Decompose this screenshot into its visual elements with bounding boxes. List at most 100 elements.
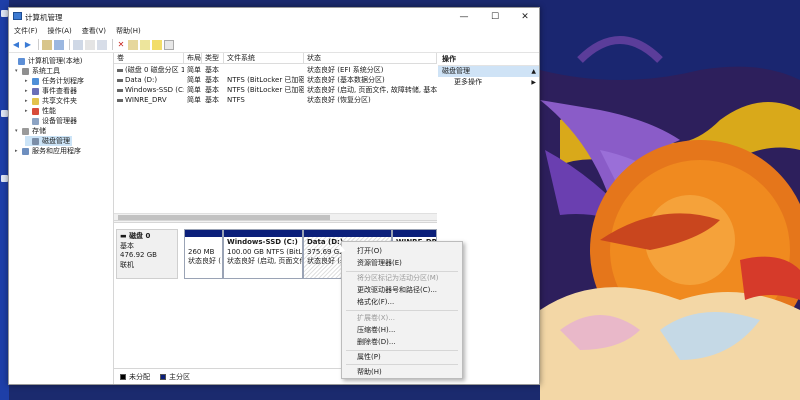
tree-item-label: 事件查看器 xyxy=(42,87,77,95)
context-open[interactable]: 打开(O) xyxy=(357,246,382,257)
maximize-icon: ☐ xyxy=(490,11,500,22)
context-change-drive-letter[interactable]: 更改驱动器号和路径(C)... xyxy=(357,285,437,296)
refresh-icon[interactable] xyxy=(97,39,107,50)
computer-management-app-icon xyxy=(13,12,22,20)
tree-item-root[interactable]: 计算机管理(本地) xyxy=(11,56,82,66)
collapse-arrow-icon[interactable]: ▾ xyxy=(15,68,22,74)
context-help[interactable]: 帮助(H) xyxy=(357,367,382,378)
table-row[interactable]: Data (D:) 简单 基本 NTFS (BitLocker 已加密) 状态良… xyxy=(114,75,437,85)
expand-arrow-icon[interactable]: ▸ xyxy=(25,108,32,114)
context-shrink[interactable]: 压缩卷(H)... xyxy=(357,325,395,336)
more-actions-label: 更多操作 xyxy=(454,78,482,86)
primary-partition-swatch xyxy=(160,373,166,380)
filesystem-cell: NTFS (BitLocker 已加密) xyxy=(227,76,304,84)
table-row[interactable]: (磁盘 0 磁盘分区 1) 简单 基本 状态良好 (EFI 系统分区) xyxy=(114,65,437,75)
tree-item-label: 计算机管理(本地) xyxy=(28,57,83,65)
column-header-layout[interactable]: 布局 xyxy=(184,53,202,64)
folder-up-icon[interactable] xyxy=(42,39,52,50)
partition-status: 状态良好 ( xyxy=(188,257,221,265)
column-header-type[interactable]: 类型 xyxy=(202,53,224,64)
context-explore[interactable]: 资源管理器(E) xyxy=(357,258,402,269)
tree-item-system-tools[interactable]: ▾ 系统工具 xyxy=(15,66,60,76)
properties-icon[interactable] xyxy=(73,39,83,50)
actions-section-disk-management[interactable]: 磁盘管理 ▲ xyxy=(438,66,539,77)
more-actions-item[interactable]: 更多操作 ▶ xyxy=(438,77,539,88)
open-folder-icon[interactable] xyxy=(128,39,138,50)
tree-item-disk-management[interactable]: 磁盘管理 xyxy=(25,136,72,146)
tree-item-performance[interactable]: ▸ 性能 xyxy=(25,106,56,116)
expand-arrow-icon[interactable]: ▸ xyxy=(25,78,32,84)
clock-icon xyxy=(32,77,39,85)
toolbar-divider xyxy=(38,39,39,50)
menu-view[interactable]: 查看(V) xyxy=(77,25,111,37)
table-row[interactable]: Windows-SSD (C:) 简单 基本 NTFS (BitLocker 已… xyxy=(114,85,437,95)
tree-item-device-manager[interactable]: 设备管理器 xyxy=(32,116,77,126)
menu-file[interactable]: 文件(F) xyxy=(9,25,43,37)
status-cell: 状态良好 (恢复分区) xyxy=(307,96,371,104)
context-format[interactable]: 格式化(F)... xyxy=(357,297,394,308)
context-delete[interactable]: 删除卷(D)... xyxy=(357,337,396,348)
partition-size: 260 MB xyxy=(188,247,215,256)
layout-cell: 简单 xyxy=(187,76,201,84)
column-header-volume[interactable]: 卷 xyxy=(114,53,184,64)
disk-status: 联机 xyxy=(120,260,134,269)
column-header-status[interactable]: 状态 xyxy=(304,53,437,64)
computer-icon xyxy=(18,57,25,65)
submenu-arrow-icon: ▶ xyxy=(531,79,536,86)
menu-separator xyxy=(346,364,458,365)
maximize-button[interactable]: ☐ xyxy=(480,8,510,25)
disk-0-label[interactable]: ▬ 磁盘 0 基本 476.92 GB 联机 xyxy=(116,229,178,279)
delete-icon[interactable]: ✕ xyxy=(116,40,126,50)
tree-item-label: 存储 xyxy=(32,127,46,135)
filesystem-cell: NTFS (BitLocker 已加密) xyxy=(227,86,304,94)
key-icon[interactable] xyxy=(152,39,162,50)
column-header-filesystem[interactable]: 文件系统 xyxy=(224,53,304,64)
tree-item-label: 任务计划程序 xyxy=(42,77,84,85)
partition-efi[interactable]: 260 MB 状态良好 ( xyxy=(184,229,223,279)
help-icon[interactable] xyxy=(85,39,95,50)
filesystem-cell xyxy=(224,65,304,75)
disk-management-icon xyxy=(32,137,39,145)
menu-help[interactable]: 帮助(H) xyxy=(111,25,146,37)
tree-item-task-scheduler[interactable]: ▸ 任务计划程序 xyxy=(25,76,84,86)
close-icon: ✕ xyxy=(521,11,529,22)
menu-action[interactable]: 操作(A) xyxy=(43,25,77,37)
expand-arrow-icon[interactable]: ▸ xyxy=(25,88,32,94)
services-icon xyxy=(22,147,29,155)
event-log-icon xyxy=(32,87,39,95)
minimize-button[interactable]: — xyxy=(449,8,479,25)
storage-icon xyxy=(22,127,29,135)
partition-status: 状态良好 (启动, 页面文件 xyxy=(227,257,302,265)
collapse-arrow-icon[interactable]: ▾ xyxy=(15,128,22,134)
search-icon[interactable] xyxy=(140,39,150,50)
tree-item-event-viewer[interactable]: ▸ 事件查看器 xyxy=(25,86,77,96)
expand-arrow-icon[interactable]: ▸ xyxy=(15,148,22,154)
close-button[interactable]: ✕ xyxy=(510,8,540,25)
minimize-icon: — xyxy=(459,11,469,22)
context-mark-active: 将分区标记为活动分区(M) xyxy=(357,274,439,282)
forward-arrow-icon[interactable]: ▶ xyxy=(23,40,33,50)
title-bar[interactable]: 计算机管理 — ☐ ✕ xyxy=(9,8,539,25)
collapse-arrow-icon[interactable]: ▲ xyxy=(531,66,536,77)
back-arrow-icon[interactable]: ◀ xyxy=(11,40,21,50)
expand-arrow-icon[interactable]: ▸ xyxy=(25,98,32,104)
context-properties[interactable]: 属性(P) xyxy=(357,352,381,363)
tree-item-shared-folders[interactable]: ▸ 共享文件夹 xyxy=(25,96,77,106)
unallocated-swatch xyxy=(120,373,126,380)
tree-item-label: 性能 xyxy=(42,107,56,115)
partition-windows-ssd[interactable]: Windows-SSD (C:) 100.00 GB NTFS (BitLock… xyxy=(223,229,303,279)
volume-icon xyxy=(117,88,123,92)
layout-cell: 简单 xyxy=(187,86,201,94)
tree-item-storage[interactable]: ▾ 存储 xyxy=(15,126,46,136)
context-menu: 打开(O) 资源管理器(E) 将分区标记为活动分区(M) 更改驱动器号和路径(C… xyxy=(341,241,463,379)
tree-item-services-apps[interactable]: ▸ 服务和应用程序 xyxy=(15,146,81,156)
volume-cell: (磁盘 0 磁盘分区 1) xyxy=(114,65,184,75)
console-tree-icon[interactable] xyxy=(54,39,64,50)
horizontal-scrollbar[interactable] xyxy=(114,213,437,220)
volume-icon xyxy=(117,98,123,102)
table-row[interactable]: WINRE_DRV 简单 基本 NTFS 状态良好 (恢复分区) xyxy=(114,95,437,105)
toolbar: ◀ ▶ ✕ xyxy=(9,37,539,53)
volume-cell: Data (D:) xyxy=(114,75,184,85)
view-list-icon[interactable] xyxy=(164,39,174,50)
tree-item-label: 系统工具 xyxy=(32,67,60,75)
